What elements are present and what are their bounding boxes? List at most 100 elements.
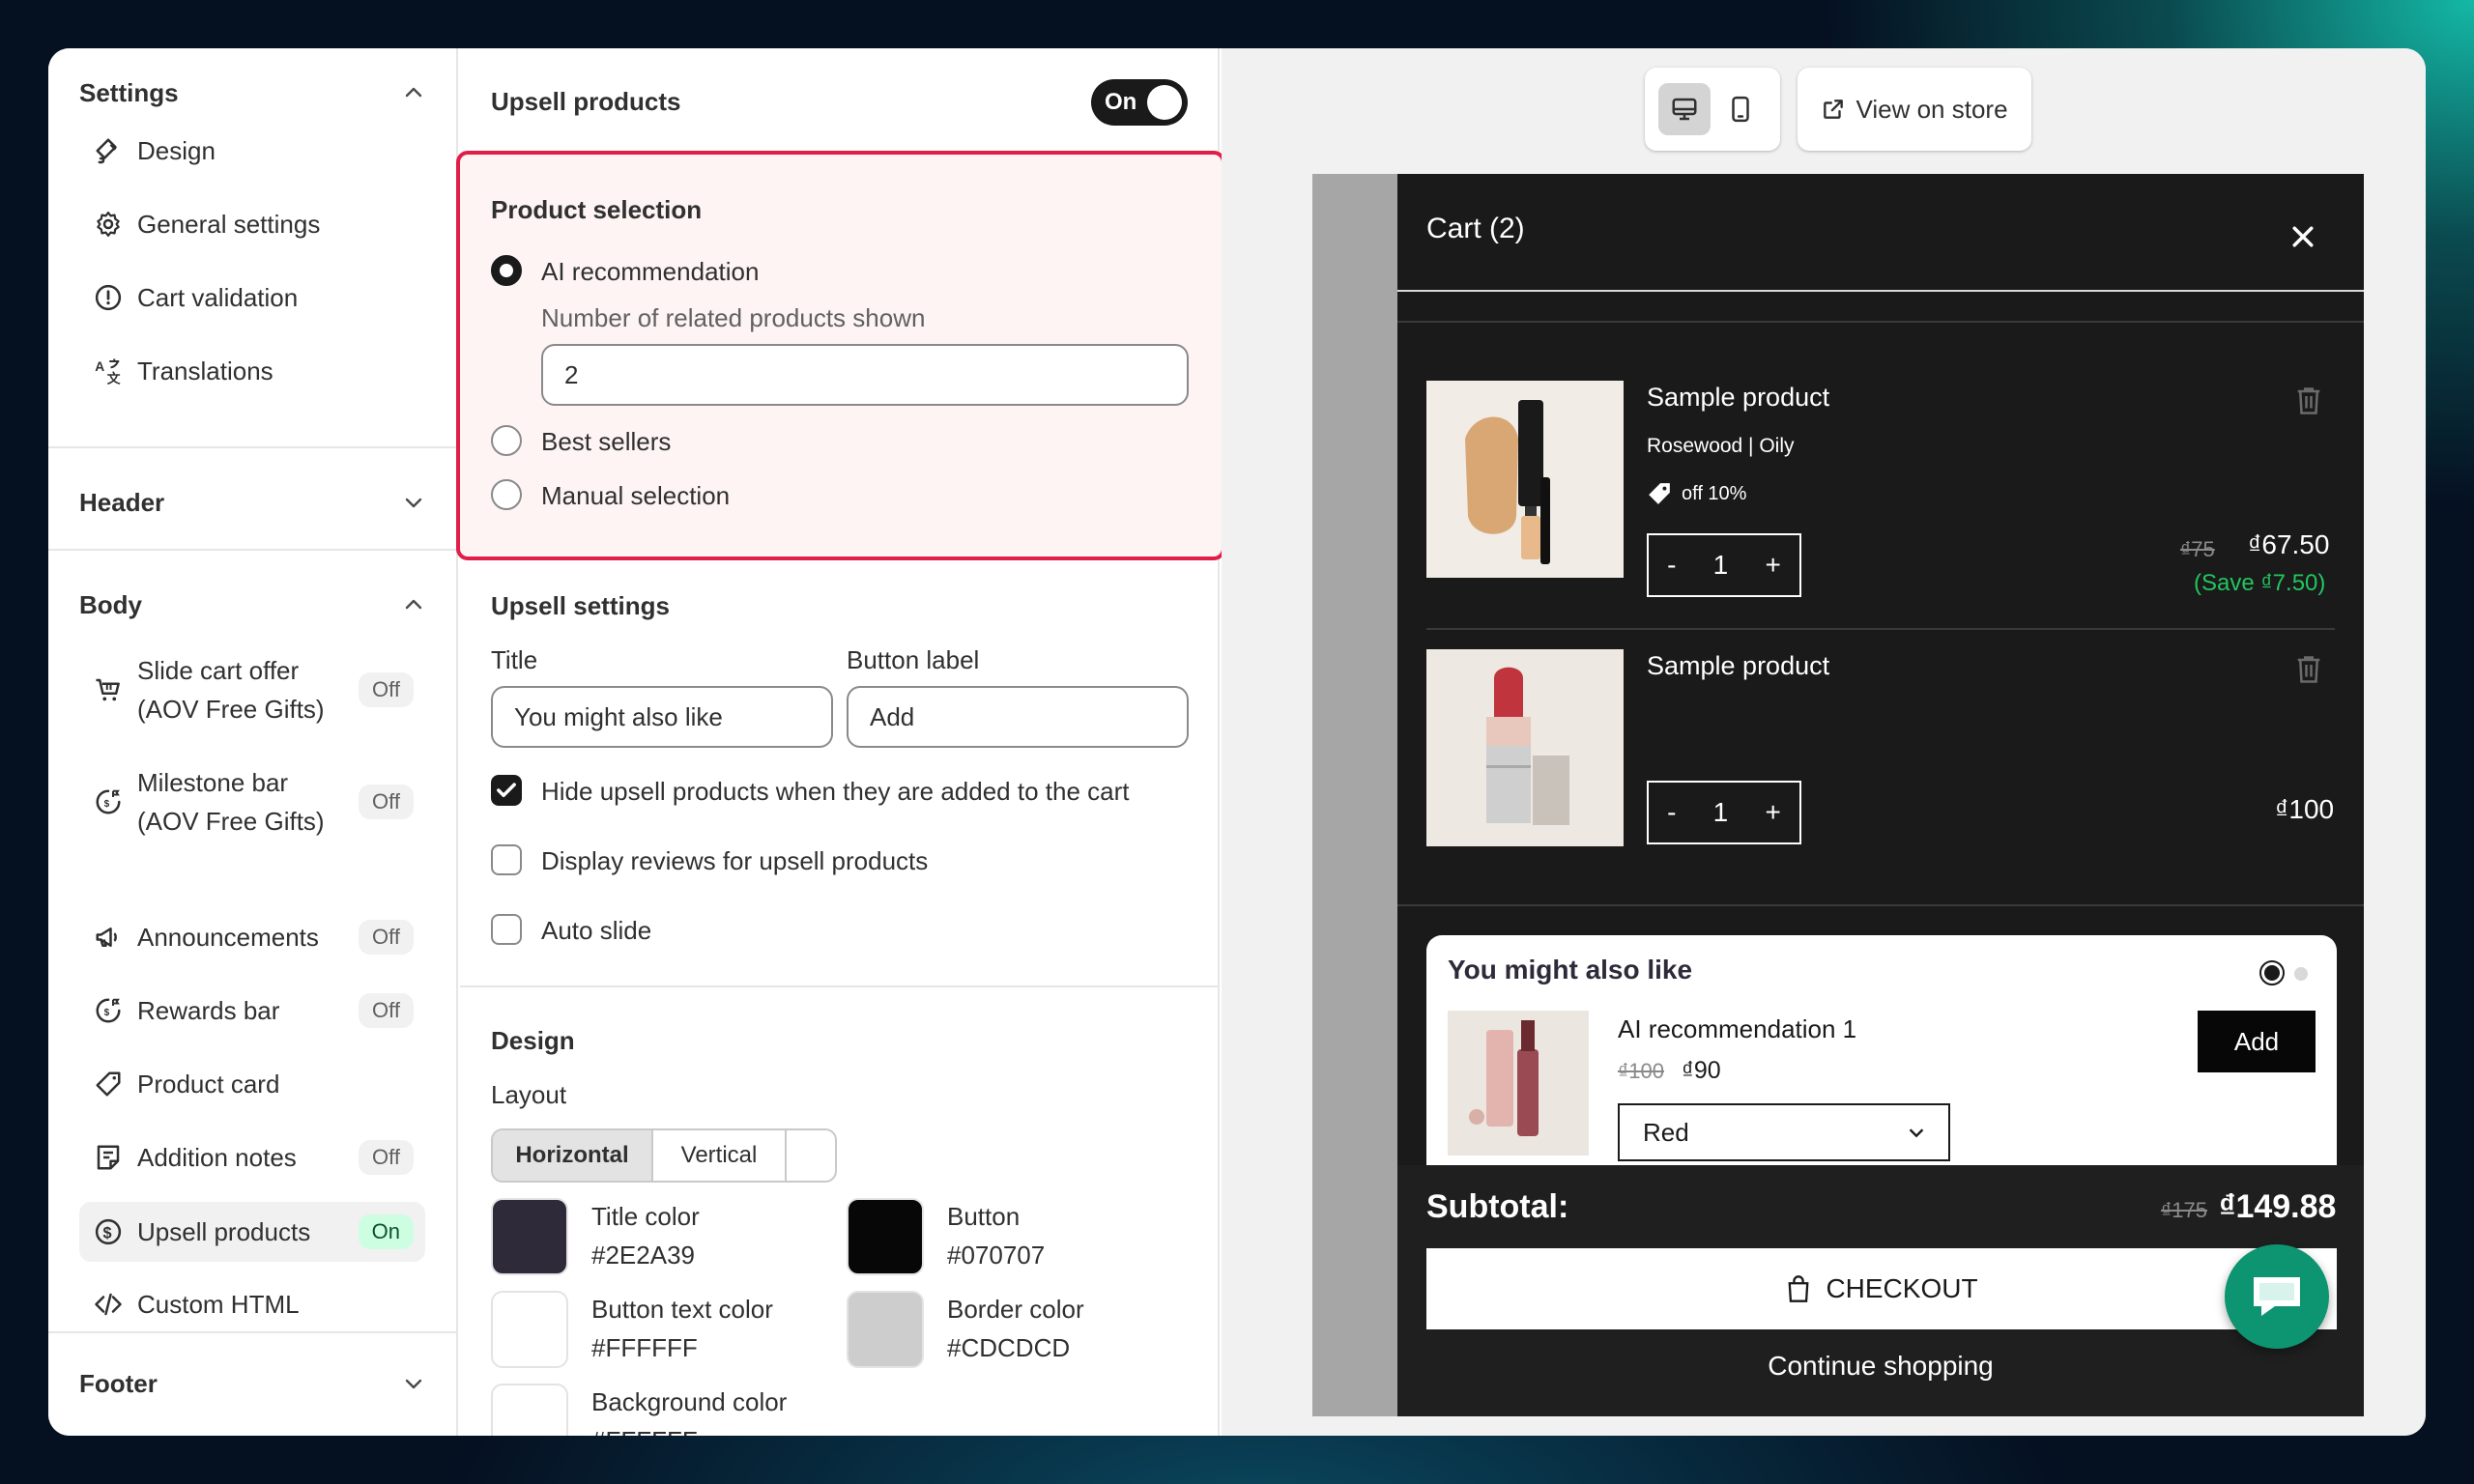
color-value: #FFFFFF — [591, 1426, 698, 1436]
sidebar-item-milestone-bar[interactable]: $ Milestone bar (AOV Free Gifts) Off — [79, 756, 425, 848]
radio-label: Manual selection — [541, 481, 731, 510]
increase-button[interactable]: + — [1765, 797, 1780, 828]
upsell-toggle[interactable]: On — [1091, 79, 1188, 126]
sidebar-item-product-card[interactable]: Product card — [79, 1055, 425, 1113]
trash-icon[interactable] — [2294, 385, 2323, 417]
slide-dot-active[interactable] — [2259, 960, 2285, 985]
sidebar-item-announcements[interactable]: Announcements Off — [79, 908, 425, 966]
settings-section-header[interactable]: Settings — [79, 75, 425, 110]
layout-vertical-option[interactable]: Vertical — [653, 1130, 787, 1181]
upsell-settings-panel: Upsell products On Product selection AI … — [456, 48, 1225, 1436]
quantity-stepper: - 1 + — [1647, 533, 1801, 597]
layout-empty-option — [787, 1130, 835, 1181]
shopping-bag-icon — [1788, 1275, 1809, 1302]
variant-select[interactable]: Red — [1618, 1103, 1950, 1161]
button-text-color-swatch[interactable] — [491, 1291, 568, 1368]
decrease-button[interactable]: - — [1667, 550, 1676, 581]
gear-icon — [93, 209, 124, 240]
close-icon[interactable] — [2288, 222, 2317, 251]
sidebar-item-design[interactable]: Design — [79, 122, 425, 180]
title-color-swatch[interactable] — [491, 1198, 568, 1275]
milestone-icon: $ — [93, 786, 124, 817]
upsell-product-image[interactable] — [1448, 1011, 1589, 1156]
divider — [1397, 321, 2364, 323]
related-count-input[interactable]: 2 — [541, 344, 1189, 406]
sidebar-item-slide-cart-offer[interactable]: Slide cart offer (AOV Free Gifts) Off — [79, 643, 425, 736]
divider — [48, 446, 456, 448]
title-field-label: Title — [491, 645, 538, 674]
sidebar-item-label: Addition notes — [137, 1143, 297, 1172]
background-color-swatch[interactable] — [491, 1384, 568, 1436]
trash-icon[interactable] — [2294, 653, 2323, 686]
divider — [48, 1331, 456, 1333]
title-input[interactable]: You might also like — [491, 686, 833, 748]
checkout-button[interactable]: CHECKOUT — [1426, 1248, 2337, 1329]
product-name: Sample product — [1647, 383, 1830, 412]
status-badge: Off — [359, 672, 414, 707]
divider — [460, 985, 1218, 987]
mobile-view-button[interactable] — [1714, 83, 1767, 135]
product-image-concealer[interactable] — [1426, 381, 1624, 578]
auto-slide-checkbox[interactable] — [491, 914, 522, 945]
sidebar-item-cart-validation[interactable]: Cart validation — [79, 269, 425, 327]
button-label-input[interactable]: Add — [847, 686, 1189, 748]
status-badge: On — [358, 1214, 414, 1249]
upsell-title: You might also like — [1448, 955, 1693, 985]
quantity-value: 1 — [1712, 797, 1729, 827]
radio-manual-selection[interactable] — [491, 479, 522, 510]
sidebar-item-custom-html[interactable]: Custom HTML — [79, 1275, 425, 1333]
decrease-button[interactable]: - — [1667, 797, 1676, 828]
radio-label: Best sellers — [541, 427, 672, 456]
radio-ai-recommendation[interactable] — [491, 255, 522, 286]
status-badge: Off — [359, 785, 414, 819]
status-badge: Off — [359, 1140, 414, 1175]
discount-tag-icon — [1649, 483, 1670, 504]
cart-drawer: Cart (2) Sample product Rosewood | Oily … — [1397, 174, 2364, 1416]
slide-dot[interactable] — [2294, 967, 2308, 981]
subtotal-value: ₫149.88 — [2219, 1188, 2337, 1225]
old-price: ₫75 — [2180, 537, 2215, 561]
upsell-add-button[interactable]: Add — [2198, 1011, 2316, 1072]
tag-icon — [93, 1069, 124, 1099]
header-section-header[interactable]: Header — [79, 485, 425, 520]
sidebar-item-rewards-bar[interactable]: $ Rewards bar Off — [79, 982, 425, 1040]
product-selection-title: Product selection — [491, 195, 703, 224]
subtotal-old: ₫175 — [2161, 1198, 2207, 1222]
header-title: Header — [79, 487, 165, 517]
sidebar-item-label: Upsell products — [137, 1217, 311, 1246]
layout-label: Layout — [491, 1080, 567, 1109]
color-label: Button text color — [591, 1295, 773, 1324]
display-reviews-checkbox[interactable] — [491, 844, 522, 875]
hide-added-checkbox[interactable] — [491, 775, 522, 806]
border-color-swatch[interactable] — [847, 1291, 924, 1368]
continue-shopping-link[interactable]: Continue shopping — [1397, 1351, 2364, 1382]
radio-label: AI recommendation — [541, 257, 760, 286]
chat-button[interactable] — [2225, 1244, 2329, 1349]
sidebar-item-label: Cart validation — [137, 283, 299, 312]
sidebar-item-label: Announcements — [137, 923, 319, 952]
checkbox-label: Auto slide — [541, 916, 652, 945]
sidebar-item-upsell-products[interactable]: $ Upsell products On — [79, 1202, 425, 1262]
footer-title: Footer — [79, 1368, 158, 1398]
upsell-price: ₫90 — [1682, 1057, 1721, 1084]
layout-horizontal-option[interactable]: Horizontal — [493, 1130, 653, 1181]
button-color-swatch[interactable] — [847, 1198, 924, 1275]
increase-button[interactable]: + — [1765, 550, 1780, 581]
desktop-view-button[interactable] — [1658, 83, 1711, 135]
chevron-down-icon — [405, 498, 422, 508]
product-image-lipstick[interactable] — [1426, 649, 1624, 846]
sidebar-item-general-settings[interactable]: General settings — [79, 195, 425, 253]
color-value: #2E2A39 — [591, 1241, 695, 1270]
cart-footer: Subtotal: ₫175 ₫149.88 CHECKOUT Continue… — [1397, 1165, 2364, 1416]
view-on-store-button[interactable]: View on store — [1798, 68, 2031, 151]
sidebar-item-label: Custom HTML — [137, 1290, 300, 1319]
footer-section-header[interactable]: Footer — [79, 1366, 425, 1401]
sidebar-item-addition-notes[interactable]: Addition notes Off — [79, 1128, 425, 1186]
sidebar-item-translations[interactable]: A文 Translations — [79, 342, 425, 400]
radio-best-sellers[interactable] — [491, 425, 522, 456]
input-value: Add — [870, 701, 915, 731]
body-section-header[interactable]: Body — [79, 587, 425, 622]
settings-title: Settings — [79, 77, 179, 107]
toggle-knob — [1147, 85, 1182, 120]
subtotal-label: Subtotal: — [1426, 1188, 1569, 1225]
